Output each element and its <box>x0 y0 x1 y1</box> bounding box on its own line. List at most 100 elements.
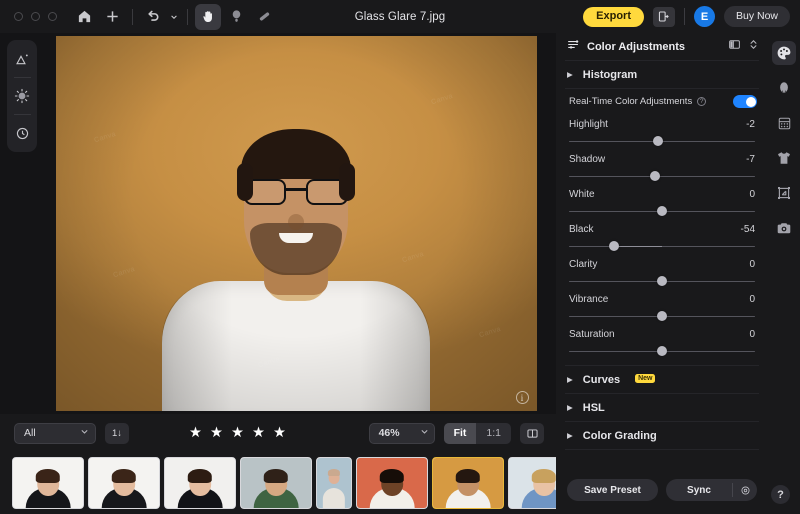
presets-grid-icon[interactable] <box>772 111 796 135</box>
slider-thumb[interactable] <box>650 171 661 181</box>
slider-label: White <box>569 189 595 200</box>
filmstrip-thumbnail[interactable] <box>12 457 84 509</box>
slider-label: Clarity <box>569 259 598 270</box>
portrait-face-icon[interactable] <box>772 76 796 100</box>
right-panel: Color Adjustments ▶ Histogram Real-Time … <box>556 33 768 514</box>
filmstrip[interactable] <box>0 452 556 514</box>
filmstrip-thumbnail[interactable] <box>508 457 556 509</box>
slider-black[interactable]: Black -54 <box>556 219 768 254</box>
filmstrip-toolbar: All 1↓ ★ ★ ★ ★ ★ 46% Fit 1:1 <box>0 414 556 452</box>
histogram-section[interactable]: ▶ Histogram <box>556 61 768 88</box>
healing-patch-icon[interactable] <box>251 4 277 30</box>
filmstrip-thumbnail[interactable] <box>432 457 504 509</box>
slider-vibrance[interactable]: Vibrance 0 <box>556 289 768 324</box>
slider-track[interactable] <box>569 240 755 252</box>
slider-label: Highlight <box>569 119 608 130</box>
slider-track[interactable] <box>569 170 755 182</box>
rating-star[interactable]: ★ <box>252 426 265 441</box>
help-button[interactable]: ? <box>771 485 790 504</box>
filmstrip-thumbnail[interactable] <box>88 457 160 509</box>
slider-track[interactable] <box>569 205 755 217</box>
export-button[interactable]: Export <box>583 6 644 27</box>
bottom-bar: All 1↓ ★ ★ ★ ★ ★ 46% Fit 1:1 <box>0 414 556 514</box>
window-controls[interactable] <box>14 12 57 21</box>
chevron-down-icon[interactable] <box>168 4 180 30</box>
filmstrip-thumbnail[interactable] <box>316 457 352 509</box>
undo-arrow-icon[interactable] <box>140 4 166 30</box>
home-icon[interactable] <box>71 4 97 30</box>
one-to-one-button[interactable]: 1:1 <box>476 423 511 444</box>
slider-track[interactable] <box>569 345 755 357</box>
gear-icon[interactable] <box>733 485 757 496</box>
slider-white[interactable]: White 0 <box>556 184 768 219</box>
plus-icon[interactable] <box>99 4 125 30</box>
minimize-window-button[interactable] <box>31 12 40 21</box>
caret-right-icon: ▶ <box>567 403 573 412</box>
exit-door-icon[interactable] <box>652 6 675 27</box>
avatar[interactable]: E <box>693 6 715 27</box>
chevron-down-icon <box>80 427 89 439</box>
section-label: HSL <box>582 401 605 414</box>
realtime-color-adjustments-row[interactable]: Real-Time Color Adjustments ? <box>556 89 768 114</box>
landscape-tool-icon[interactable] <box>9 46 35 72</box>
slider-thumb[interactable] <box>653 136 664 146</box>
rating-star[interactable]: ★ <box>210 426 223 441</box>
chevron-down-icon <box>420 427 429 439</box>
slider-label: Vibrance <box>569 294 609 305</box>
slider-clarity[interactable]: Clarity 0 <box>556 254 768 289</box>
slider-thumb[interactable] <box>657 346 667 356</box>
slider-track[interactable] <box>569 310 755 322</box>
slider-track[interactable] <box>569 135 755 147</box>
rating-star[interactable]: ★ <box>189 426 202 441</box>
save-preset-button[interactable]: Save Preset <box>567 479 658 501</box>
section-hsl[interactable]: ▶ HSL <box>556 394 768 422</box>
rating-star[interactable]: ★ <box>273 426 286 441</box>
filter-select[interactable]: All <box>14 422 96 444</box>
realtime-toggle[interactable] <box>733 95 757 108</box>
hand-tool-icon[interactable] <box>195 3 221 30</box>
slider-thumb[interactable] <box>657 206 667 216</box>
rating-stars[interactable]: ★ ★ ★ ★ ★ <box>189 426 286 441</box>
light-adjust-icon[interactable] <box>9 83 35 109</box>
slider-thumb[interactable] <box>608 241 619 251</box>
slider-highlight[interactable]: Highlight -2 <box>556 114 768 149</box>
slider-saturation[interactable]: Saturation 0 <box>556 324 768 359</box>
filmstrip-thumbnail[interactable] <box>240 457 312 509</box>
canvas-area[interactable]: Canva Canva Canva Canva Canva Canva i <box>0 33 556 414</box>
section-label: Color Grading <box>582 429 657 442</box>
photo-preview[interactable]: Canva Canva Canva Canva Canva Canva i <box>55 36 537 411</box>
camera-icon[interactable] <box>772 216 796 240</box>
rating-star[interactable]: ★ <box>231 426 244 441</box>
section-color-grading[interactable]: ▶ Color Grading <box>556 422 768 450</box>
slider-shadow[interactable]: Shadow -7 <box>556 149 768 184</box>
filmstrip-thumbnail[interactable] <box>164 457 236 509</box>
histogram-label: Histogram <box>582 68 638 81</box>
fit-mode-group[interactable]: Fit 1:1 <box>443 422 511 444</box>
toolbar-divider-2 <box>187 8 188 25</box>
maximize-window-button[interactable] <box>48 12 57 21</box>
slider-track[interactable] <box>569 275 755 287</box>
filter-select-value: All <box>24 427 36 439</box>
sync-button[interactable]: Sync <box>666 485 732 496</box>
panel-layout-icon[interactable] <box>728 38 741 56</box>
tshirt-icon[interactable] <box>772 146 796 170</box>
crop-icon[interactable] <box>772 181 796 205</box>
caret-right-icon: ▶ <box>567 70 573 79</box>
zoom-select[interactable]: 46% <box>368 422 435 444</box>
sort-order-button[interactable]: 1↓ <box>105 422 129 444</box>
history-clock-icon[interactable] <box>9 120 35 146</box>
filmstrip-thumbnail[interactable] <box>356 457 428 509</box>
palette-icon[interactable] <box>772 41 796 65</box>
retouch-brush-icon[interactable] <box>223 4 249 30</box>
right-panel-header: Color Adjustments <box>556 33 768 60</box>
split-panel-icon[interactable] <box>520 422 544 444</box>
question-mark-icon[interactable]: ? <box>697 97 707 106</box>
info-icon[interactable]: i <box>515 391 529 404</box>
slider-thumb[interactable] <box>657 311 667 321</box>
section-curves[interactable]: ▶ Curves New <box>556 366 768 394</box>
buy-now-button[interactable]: Buy Now <box>723 6 790 27</box>
chevron-up-down-icon[interactable] <box>748 38 759 56</box>
slider-thumb[interactable] <box>657 276 667 286</box>
close-window-button[interactable] <box>14 12 23 21</box>
fit-button[interactable]: Fit <box>443 422 477 444</box>
